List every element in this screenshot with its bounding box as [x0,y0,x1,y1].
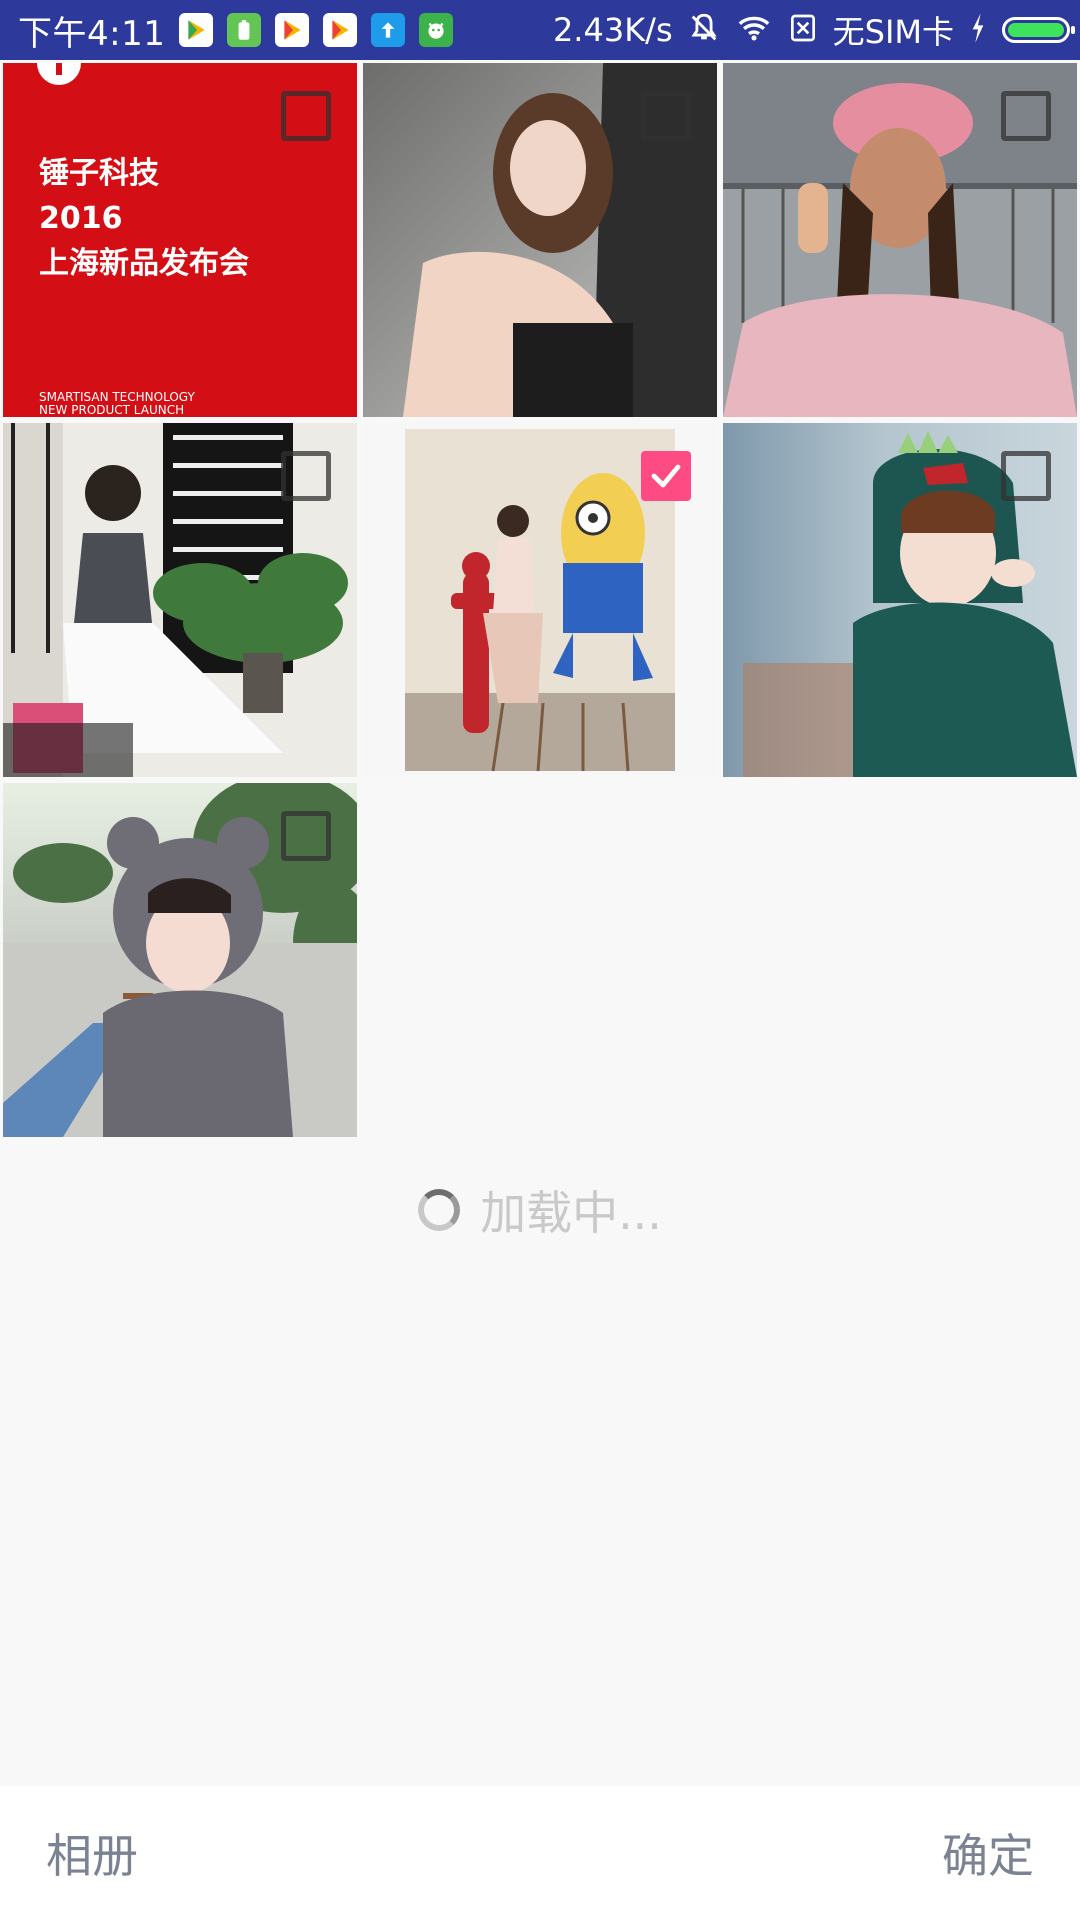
battery-app-icon [227,13,262,47]
select-checkbox[interactable] [281,91,331,141]
select-checkbox[interactable] [1001,451,1051,501]
select-checkbox[interactable] [1001,91,1051,141]
photo-grid: 锤子科技 2016 上海新品发布会 SMARTISAN TECHNOLOGY N… [0,60,1080,1140]
sim-status: 无SIM卡 [832,13,954,51]
play-store-icon [323,13,358,47]
status-right: 2.43K/s 无SIM卡 [552,7,1075,53]
select-checkbox[interactable] [281,451,331,501]
poster-sub-line1: SMARTISAN TECHNOLOGY [39,390,195,404]
status-bar: 下午4:11 2.43K/s 无SIM卡 [0,0,1080,60]
status-time: 下午4:11 [18,13,166,54]
select-checkbox[interactable] [281,811,331,861]
select-checkbox[interactable] [641,91,691,141]
spinner-icon [418,1189,461,1231]
poster-title-line3: 上海新品发布会 [39,246,249,281]
photo-girl-pink-cap[interactable] [723,63,1077,417]
charging-icon [968,12,988,48]
loading-text: 加载中... [480,1186,662,1240]
bottom-bar: 相册 确定 [0,1786,1080,1920]
photo-girl-sitting[interactable] [363,63,717,417]
android-cat-icon [419,13,454,47]
notification-icons [179,13,454,47]
poster-title-line1: 锤子科技 [39,156,159,191]
confirm-button[interactable]: 确定 [942,1820,1034,1886]
poster-sub-line2: NEW PRODUCT LAUNCH [39,403,184,417]
upload-icon [371,13,406,47]
selected-checkbox[interactable] [641,451,691,501]
photo-girl-dino-hoodie[interactable] [723,423,1077,777]
photo-girl-london-poster[interactable] [3,423,357,777]
mute-icon [687,11,721,49]
photo-smartisan-launch[interactable]: 锤子科技 2016 上海新品发布会 SMARTISAN TECHNOLOGY N… [3,63,357,417]
play-store-icon [275,13,310,47]
no-sim-icon [787,11,819,49]
battery-icon [1002,17,1075,43]
album-button[interactable]: 相册 [46,1820,138,1886]
play-store-icon [179,13,214,47]
wifi-icon [735,11,773,49]
photo-girl-bear-hood[interactable] [3,783,357,1137]
poster-title-line2: 2016 [39,201,123,236]
check-icon [651,464,681,488]
photo-girl-minion-wall[interactable] [363,423,717,777]
loading-indicator: 加载中... [0,1180,1080,1240]
net-speed: 2.43K/s [552,11,673,49]
